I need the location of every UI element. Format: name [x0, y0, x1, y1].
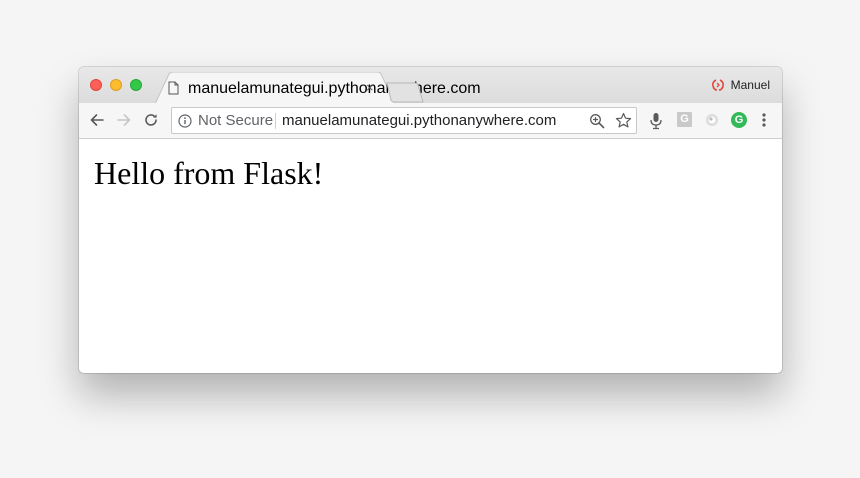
microphone-icon[interactable]: [649, 112, 663, 130]
toolbar: Not Secure manuelamunategui.pythonanywhe…: [79, 103, 782, 139]
back-arrow-icon[interactable]: [89, 112, 105, 128]
zoom-window-button[interactable]: [130, 79, 142, 91]
tab-title: manuelamunategui.pythonanywhere.com: [188, 80, 481, 97]
minimize-window-button[interactable]: [110, 79, 122, 91]
url-text[interactable]: manuelamunategui.pythonanywhere.com: [282, 113, 556, 129]
title-bar: manuelamunategui.pythonanywhere.com × Ma…: [79, 67, 782, 104]
circle-extension-icon[interactable]: [705, 113, 719, 127]
profile-button[interactable]: Manuel: [711, 78, 770, 92]
close-window-button[interactable]: [90, 79, 102, 91]
profile-icon: [711, 79, 724, 91]
grammarly-extension-label: G: [734, 114, 744, 126]
page-heading: Hello from Flask!: [94, 155, 324, 191]
grammarly-extension-icon[interactable]: G: [731, 112, 747, 128]
profile-name: Manuel: [730, 78, 770, 92]
page-content: Hello from Flask!: [79, 139, 782, 373]
security-label[interactable]: Not Secure: [198, 113, 273, 129]
close-tab-button[interactable]: ×: [366, 81, 374, 95]
address-separator: [275, 113, 276, 129]
bookmark-star-icon[interactable]: [615, 112, 632, 129]
forward-arrow-icon[interactable]: [116, 112, 132, 128]
reload-icon[interactable]: [143, 112, 159, 128]
new-tab-button[interactable]: [386, 82, 424, 103]
info-icon[interactable]: [178, 114, 192, 128]
gray-extension-icon[interactable]: G: [677, 112, 692, 127]
document-icon: [168, 81, 179, 95]
menu-dots-icon[interactable]: [761, 112, 767, 128]
address-bar[interactable]: Not Secure manuelamunategui.pythonanywhe…: [171, 107, 637, 134]
gray-extension-label: G: [680, 113, 689, 125]
zoom-icon[interactable]: [589, 113, 605, 129]
browser-window: manuelamunategui.pythonanywhere.com × Ma…: [79, 67, 782, 373]
